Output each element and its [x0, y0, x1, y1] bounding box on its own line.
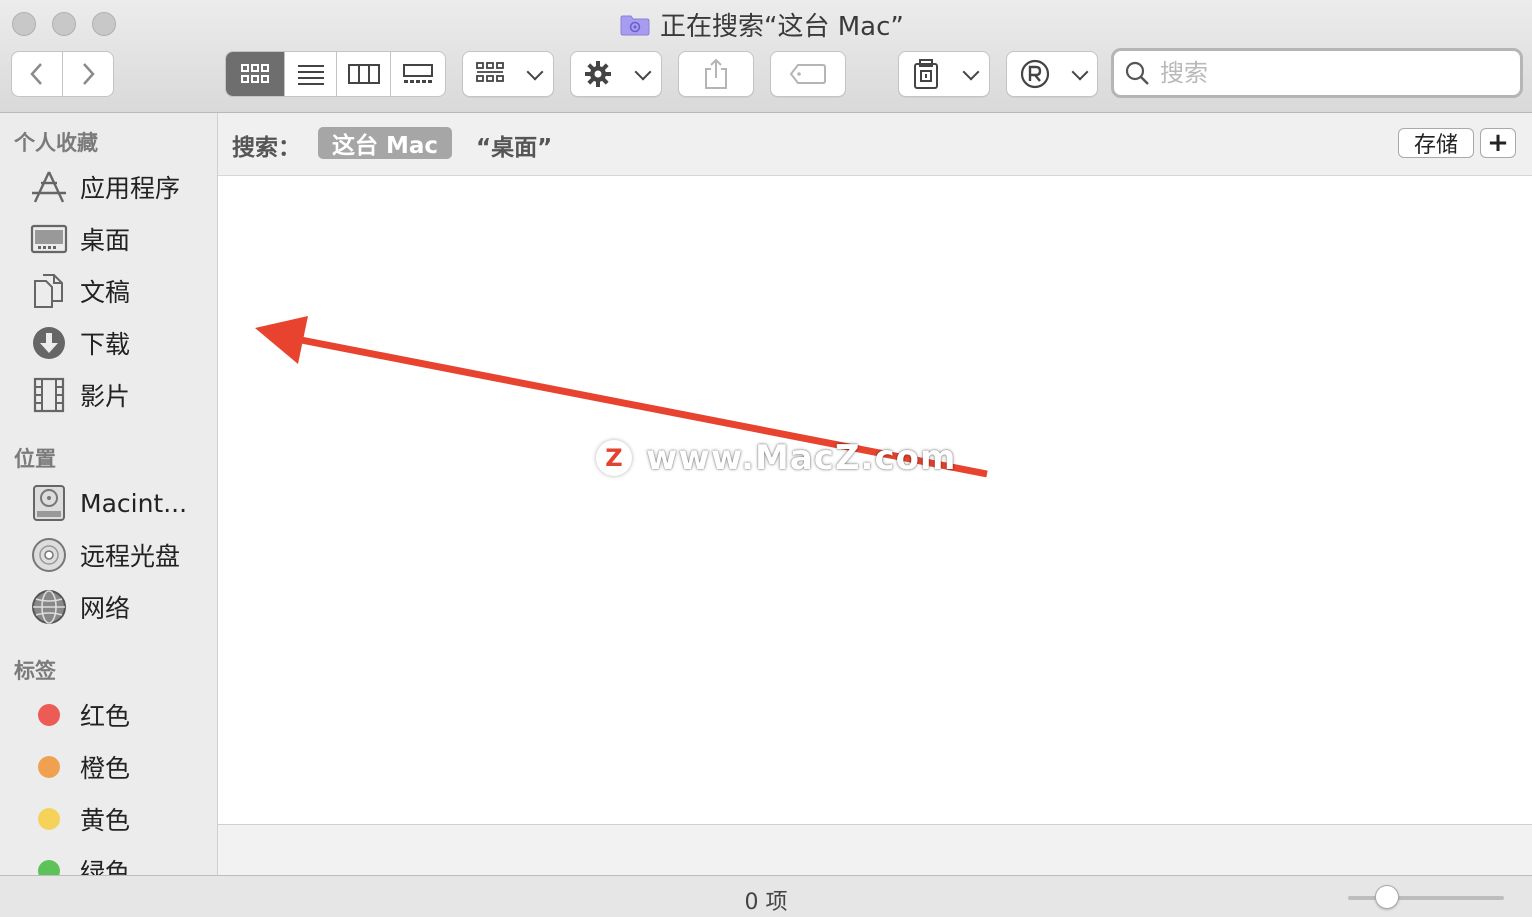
annotation-arrowhead-icon — [255, 316, 308, 364]
icon-size-slider-knob[interactable] — [1375, 885, 1399, 909]
macz-logo-icon: Z — [596, 440, 632, 476]
watermark-text: www.MacZ.com — [646, 438, 957, 478]
watermark: Z www.MacZ.com — [596, 438, 956, 478]
path-bar — [218, 824, 1532, 875]
icon-size-slider[interactable] — [1348, 896, 1504, 900]
status-bar: 0 项 — [0, 875, 1532, 917]
item-count: 0 项 — [744, 890, 788, 915]
